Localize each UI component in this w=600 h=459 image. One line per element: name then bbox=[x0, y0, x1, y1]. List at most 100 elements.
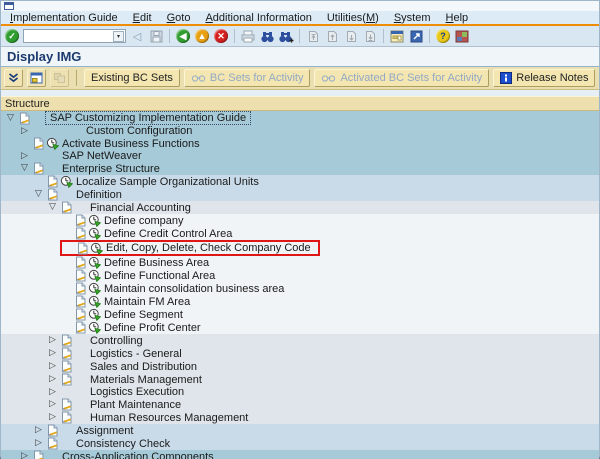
expand-node-icon[interactable]: ▷ bbox=[49, 336, 56, 345]
new-session-icon[interactable] bbox=[389, 28, 405, 44]
execute-activity-icon[interactable] bbox=[88, 308, 101, 321]
position-button[interactable] bbox=[27, 69, 46, 87]
collapse-node-icon[interactable]: ▽ bbox=[21, 164, 28, 173]
tree-node-label[interactable]: Edit, Copy, Delete, Check Company Code bbox=[103, 242, 314, 254]
tree-row[interactable]: ▽ Financial Accounting bbox=[1, 201, 599, 214]
tree-row[interactable]: ▽ SAP Customizing Implementation Guide bbox=[1, 111, 599, 125]
img-documentation-icon[interactable] bbox=[46, 437, 59, 450]
collapse-node-icon[interactable]: ▽ bbox=[35, 190, 42, 199]
tree-node-label[interactable]: Maintain consolidation business area bbox=[101, 283, 287, 295]
tree-row[interactable]: ▷ Assignment bbox=[1, 424, 599, 437]
tree-node-label[interactable]: Controlling bbox=[87, 335, 146, 347]
tree-row[interactable]: Activate Business Functions bbox=[1, 137, 599, 150]
tree-node-label[interactable]: Define Functional Area bbox=[101, 270, 218, 282]
system-menu-icon[interactable] bbox=[4, 2, 14, 10]
expand-node-icon[interactable]: ▷ bbox=[49, 388, 56, 397]
img-documentation-icon[interactable] bbox=[74, 282, 87, 295]
tree-row[interactable]: Define Segment bbox=[1, 308, 599, 321]
tree-row[interactable]: ▷Custom Configuration bbox=[1, 125, 599, 137]
tree-node-label[interactable]: Cross-Application Components bbox=[59, 451, 217, 459]
last-page-icon[interactable] bbox=[362, 28, 378, 44]
execute-activity-icon[interactable] bbox=[90, 242, 103, 255]
img-documentation-icon[interactable] bbox=[60, 398, 73, 411]
tree-node-label[interactable]: Logistics - General bbox=[87, 348, 185, 360]
expand-node-icon[interactable]: ▷ bbox=[35, 439, 42, 448]
tree-row[interactable]: Edit, Copy, Delete, Check Company Code bbox=[1, 240, 599, 256]
page-up-icon[interactable] bbox=[324, 28, 340, 44]
command-dropdown-icon[interactable]: ▾ bbox=[113, 31, 124, 42]
command-input[interactable] bbox=[29, 31, 113, 42]
menu-help[interactable]: Help bbox=[446, 12, 469, 24]
menu-implementation-guide[interactable]: Implementation Guide bbox=[10, 12, 118, 24]
img-documentation-icon[interactable] bbox=[32, 162, 45, 175]
existing-bc-sets-button[interactable]: Existing BC Sets bbox=[84, 69, 180, 87]
execute-activity-icon[interactable] bbox=[46, 137, 59, 150]
collapse-command-icon[interactable]: ◁ bbox=[129, 28, 145, 44]
img-documentation-icon[interactable] bbox=[74, 256, 87, 269]
enter-icon[interactable]: ✓ bbox=[4, 28, 20, 44]
expand-node-icon[interactable]: ▷ bbox=[49, 375, 56, 384]
tree-node-label[interactable]: Define Profit Center bbox=[101, 322, 204, 334]
expand-node-icon[interactable]: ▷ bbox=[49, 349, 56, 358]
tree-row[interactable]: Maintain FM Area bbox=[1, 295, 599, 308]
tree-node-label[interactable]: Sales and Distribution bbox=[87, 361, 200, 373]
tree-row[interactable]: ▷ Plant Maintenance bbox=[1, 398, 599, 411]
img-documentation-icon[interactable] bbox=[74, 269, 87, 282]
create-shortcut-icon[interactable] bbox=[408, 28, 424, 44]
tree-node-label[interactable]: Human Resources Management bbox=[87, 412, 251, 424]
img-documentation-icon[interactable] bbox=[74, 308, 87, 321]
img-documentation-icon[interactable] bbox=[60, 201, 73, 214]
tree-node-label[interactable]: Assignment bbox=[73, 425, 136, 437]
tree-row[interactable]: ▷ Controlling bbox=[1, 334, 599, 347]
tree-node-label[interactable]: Define Segment bbox=[101, 309, 186, 321]
tree-node-label[interactable]: Plant Maintenance bbox=[87, 399, 184, 411]
tree-row[interactable]: ▷Human Resources Management bbox=[1, 411, 599, 424]
save-icon[interactable] bbox=[148, 28, 164, 44]
tree-node-label[interactable]: SAP Customizing Implementation Guide bbox=[45, 111, 251, 125]
execute-activity-icon[interactable] bbox=[88, 282, 101, 295]
img-documentation-icon[interactable] bbox=[76, 242, 89, 255]
tree-node-label[interactable]: Enterprise Structure bbox=[59, 163, 163, 175]
menu-goto[interactable]: Goto bbox=[167, 12, 191, 24]
tree-node-label[interactable]: Define Business Area bbox=[101, 257, 212, 269]
img-documentation-icon[interactable] bbox=[32, 450, 45, 459]
img-documentation-icon[interactable] bbox=[60, 334, 73, 347]
tree-row[interactable]: ▽ Enterprise Structure bbox=[1, 162, 599, 175]
img-documentation-icon[interactable] bbox=[60, 373, 73, 386]
execute-activity-icon[interactable] bbox=[88, 227, 101, 240]
menu-utilities-m[interactable]: Utilities(M) bbox=[327, 12, 379, 24]
menu-system[interactable]: System bbox=[394, 12, 431, 24]
exit-icon[interactable]: ▲ bbox=[194, 28, 210, 44]
tree-row[interactable]: Define Business Area bbox=[1, 256, 599, 269]
expand-node-icon[interactable]: ▷ bbox=[21, 452, 28, 459]
execute-activity-icon[interactable] bbox=[88, 256, 101, 269]
page-down-icon[interactable] bbox=[343, 28, 359, 44]
menu-additional-information[interactable]: Additional Information bbox=[205, 12, 311, 24]
tree-node-label[interactable]: Financial Accounting bbox=[87, 202, 194, 214]
print-icon[interactable] bbox=[240, 28, 256, 44]
cancel-icon[interactable]: ✕ bbox=[213, 28, 229, 44]
back-icon[interactable]: ◀ bbox=[175, 28, 191, 44]
tree-row[interactable]: ▷Sales and Distribution bbox=[1, 360, 599, 373]
expand-node-icon[interactable]: ▷ bbox=[49, 400, 56, 409]
expand-node-icon[interactable]: ▷ bbox=[21, 127, 28, 136]
expand-branch-button[interactable] bbox=[4, 69, 23, 87]
execute-activity-icon[interactable] bbox=[88, 269, 101, 282]
execute-activity-icon[interactable] bbox=[88, 214, 101, 227]
img-documentation-icon[interactable] bbox=[46, 175, 59, 188]
tree-node-label[interactable]: Define company bbox=[101, 215, 187, 227]
tree-row[interactable]: ▷Consistency Check bbox=[1, 437, 599, 450]
tree-row[interactable]: ▷ Logistics Execution bbox=[1, 386, 599, 398]
expand-node-icon[interactable]: ▷ bbox=[35, 426, 42, 435]
collapse-node-icon[interactable]: ▽ bbox=[49, 203, 56, 212]
img-documentation-icon[interactable] bbox=[32, 137, 45, 150]
img-documentation-icon[interactable] bbox=[60, 360, 73, 373]
customize-layout-icon[interactable] bbox=[454, 28, 470, 44]
execute-activity-icon[interactable] bbox=[88, 295, 101, 308]
tree-node-label[interactable]: Define Credit Control Area bbox=[101, 228, 235, 240]
tree-row[interactable]: Maintain consolidation business area bbox=[1, 282, 599, 295]
collapse-node-icon[interactable]: ▽ bbox=[7, 114, 14, 123]
tree-row[interactable]: ▷ Cross-Application Components bbox=[1, 450, 599, 459]
tree-node-label[interactable]: Logistics Execution bbox=[87, 386, 187, 398]
tree-node-label[interactable]: Materials Management bbox=[87, 374, 205, 386]
